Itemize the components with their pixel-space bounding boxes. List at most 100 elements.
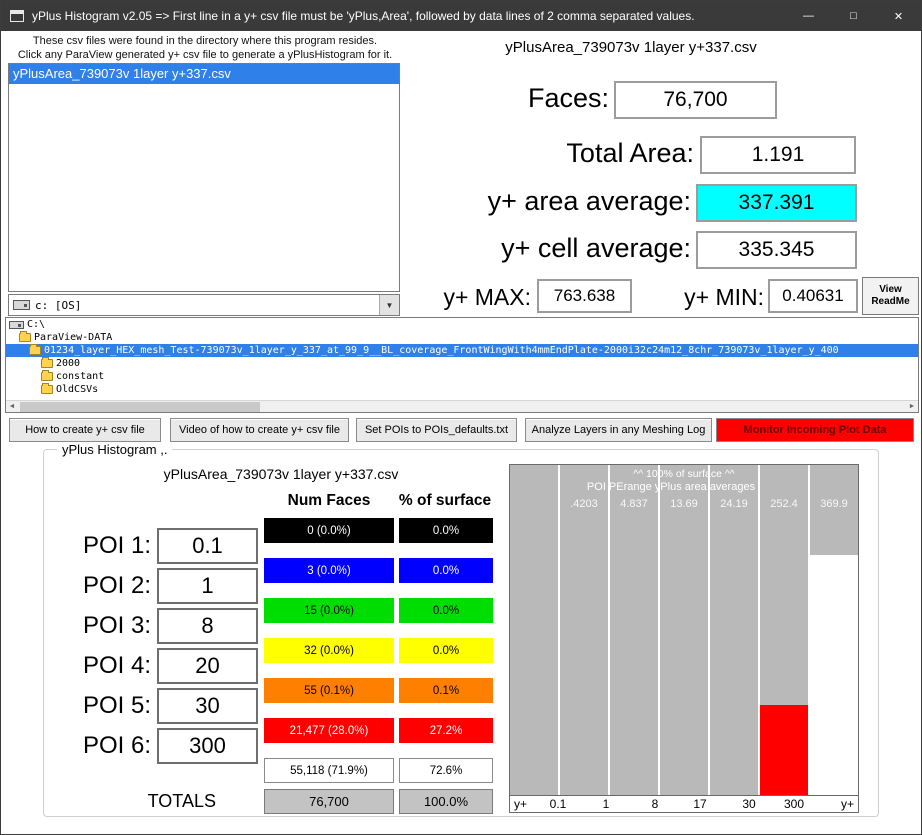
tree-item-folder[interactable]: 2000 — [6, 357, 918, 370]
tree-horizontal-scrollbar[interactable]: ◄ ► — [6, 400, 918, 412]
axis-label: 0.1 — [550, 797, 567, 811]
faces-value: 76,700 — [614, 81, 777, 119]
csv-file-item[interactable]: yPlusArea_739073v 1layer y+337.csv — [9, 64, 399, 84]
minimize-button[interactable]: — — [786, 1, 831, 31]
directory-tree[interactable]: C:\ ParaView-DATA 01234_layer_HEX_mesh_T… — [5, 317, 919, 413]
analyze-layers-button[interactable]: Analyze Layers in any Meshing Log — [525, 418, 712, 442]
chart-column-4: 13.69 — [660, 465, 708, 795]
bin-average-label: .4203 — [560, 498, 608, 510]
yplus-min-label: y+ MIN: — [643, 284, 764, 311]
minimize-icon: — — [803, 10, 814, 22]
poi-1-input[interactable] — [157, 528, 258, 564]
poi-6-label: POI 6: — [51, 728, 151, 764]
pct-surface-cell: 0.0% — [399, 518, 493, 543]
folder-icon — [41, 385, 53, 394]
axis-label: y+ — [514, 797, 527, 811]
scrollbar-thumb[interactable] — [20, 402, 260, 412]
video-how-to-button[interactable]: Video of how to create y+ csv file — [170, 418, 349, 442]
chart-column-7: 369.9 — [810, 465, 858, 795]
hist-bar-6 — [810, 555, 858, 795]
pct-surface-cell: 72.6% — [399, 758, 493, 783]
scroll-left-arrow-icon[interactable]: ◄ — [6, 401, 18, 413]
poi-1-label: POI 1: — [51, 528, 151, 564]
tree-item-label: ParaView-DATA — [34, 332, 112, 343]
window-title: yPlus Histogram v2.05 => First line in a… — [32, 9, 786, 23]
drive-icon — [13, 300, 30, 310]
chart-subtitle: POI PErange yPlus area averages — [510, 481, 832, 493]
num-faces-header: Num Faces — [264, 492, 394, 510]
monitor-plot-data-button[interactable]: Monitor Incoming Plot Data — [716, 418, 914, 442]
tree-item-folder[interactable]: ParaView-DATA — [6, 331, 918, 344]
pct-surface-cell: 0.0% — [399, 598, 493, 623]
csv-file-listbox[interactable]: yPlusArea_739073v 1layer y+337.csv — [8, 63, 400, 292]
axis-label: 30 — [742, 797, 755, 811]
tree-item-folder[interactable]: constant — [6, 370, 918, 383]
totals-faces-value: 76,700 — [264, 789, 394, 814]
num-faces-cell: 55,118 (71.9%) — [264, 758, 394, 783]
dropdown-arrow-icon[interactable]: ▼ — [379, 295, 399, 315]
poi-4-input[interactable] — [157, 648, 258, 684]
total-area-label: Total Area: — [431, 138, 694, 169]
area-average-label: y+ area average: — [411, 186, 691, 217]
maximize-button[interactable]: □ — [831, 1, 876, 31]
poi-4-label: POI 4: — [51, 648, 151, 684]
tree-item-label: 01234_layer_HEX_mesh_Test-739073v_1layer… — [44, 345, 839, 356]
yplus-min-value: 0.40631 — [768, 279, 858, 313]
drive-selector[interactable]: c: [OS] ▼ — [8, 294, 400, 316]
num-faces-cell: 15 (0.0%) — [264, 598, 394, 623]
bin-average-label: 252.4 — [760, 498, 808, 510]
chart-column-3: 4.837 — [610, 465, 658, 795]
poi-3-label: POI 3: — [51, 608, 151, 644]
axis-label: 17 — [693, 797, 706, 811]
instructions-line2: Click any ParaView generated y+ csv file… — [9, 48, 401, 62]
close-icon: ✕ — [894, 10, 903, 23]
poi-2-input[interactable] — [157, 568, 258, 604]
folder-open-icon — [29, 346, 41, 355]
chart-column-5: 24.19 — [710, 465, 758, 795]
chart-title: ^^ 100% of surface ^^ — [510, 468, 858, 480]
bin-average-label: 4.837 — [610, 498, 658, 510]
histogram-filename: yPlusArea_739073v 1layer y+337.csv — [116, 466, 446, 482]
instructions-line1: These csv files were found in the direct… — [9, 34, 401, 48]
poi-2-label: POI 2: — [51, 568, 151, 604]
axis-label: y+ — [841, 797, 854, 811]
scroll-right-arrow-icon[interactable]: ► — [906, 401, 918, 413]
titlebar: yPlus Histogram v2.05 => First line in a… — [1, 1, 921, 31]
tree-item-label: constant — [56, 371, 104, 382]
app-window: yPlus Histogram v2.05 => First line in a… — [0, 0, 922, 835]
cell-average-label: y+ cell average: — [411, 233, 691, 264]
yplus-histogram-chart: .4203 4.837 13.69 24.19 252.4 369.9 — [509, 464, 859, 813]
tree-item-folder[interactable]: OldCSVs — [6, 383, 918, 396]
pct-surface-cell: 0.0% — [399, 558, 493, 583]
window-controls: — □ ✕ — [786, 1, 921, 31]
yplus-max-label: y+ MAX: — [409, 284, 531, 311]
axis-label: 1 — [603, 797, 610, 811]
poi-6-input[interactable] — [157, 728, 258, 764]
num-faces-cell: 3 (0.0%) — [264, 558, 394, 583]
tree-item-label: C:\ — [27, 319, 45, 330]
hist-bar-5 — [760, 705, 808, 795]
poi-5-label: POI 5: — [51, 688, 151, 724]
chart-plot-area: .4203 4.837 13.69 24.19 252.4 369.9 — [510, 465, 858, 795]
chart-column-6: 252.4 — [760, 465, 808, 795]
poi-3-input[interactable] — [157, 608, 258, 644]
tree-item-drive[interactable]: C:\ — [6, 318, 918, 331]
chart-column-2: .4203 — [560, 465, 608, 795]
num-faces-cell: 0 (0.0%) — [264, 518, 394, 543]
tree-item-folder-selected[interactable]: 01234_layer_HEX_mesh_Test-739073v_1layer… — [6, 344, 918, 357]
bin-average-label: 24.19 — [710, 498, 758, 510]
chart-x-axis: y+ 0.1 1 8 17 30 300 y+ — [510, 795, 858, 812]
readme-button-line1: View — [879, 284, 902, 296]
yplus-max-value: 763.638 — [537, 279, 632, 313]
chart-column-1 — [510, 465, 558, 795]
num-faces-cell: 55 (0.1%) — [264, 678, 394, 703]
pct-surface-cell: 27.2% — [399, 718, 493, 743]
set-pois-defaults-button[interactable]: Set POIs to POIs_defaults.txt — [356, 418, 517, 442]
how-to-create-csv-button[interactable]: How to create y+ csv file — [9, 418, 161, 442]
poi-5-input[interactable] — [157, 688, 258, 724]
maximize-icon: □ — [850, 10, 857, 22]
total-area-value: 1.191 — [700, 136, 856, 174]
view-readme-button[interactable]: View ReadMe — [862, 277, 919, 315]
close-button[interactable]: ✕ — [876, 1, 921, 31]
totals-label: TOTALS — [96, 791, 216, 812]
